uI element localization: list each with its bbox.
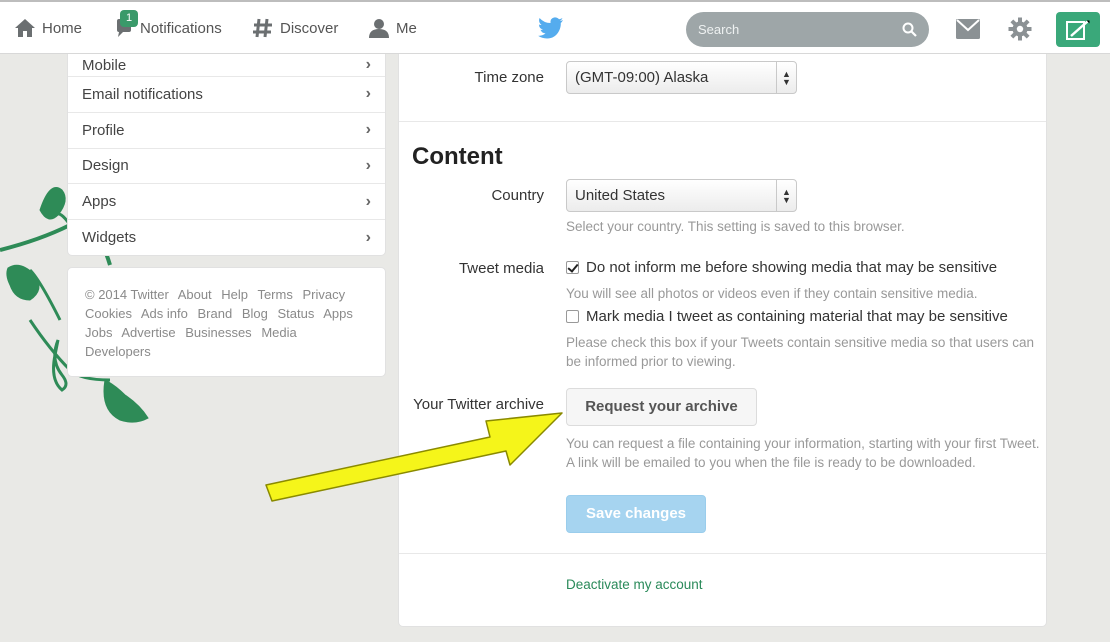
sensitive-media-warning-checkbox[interactable]: [566, 261, 579, 274]
timezone-select[interactable]: (GMT-09:00) Alaska ▲ ▼: [566, 61, 797, 94]
footer-link-cookies[interactable]: Cookies: [85, 306, 132, 321]
mark-media-sensitive-help: Please check this box if your Tweets con…: [566, 333, 1034, 371]
footer-link-ads-info[interactable]: Ads info: [141, 306, 188, 321]
search-icon[interactable]: [902, 22, 917, 37]
footer-link-status[interactable]: Status: [277, 306, 314, 321]
footer-link-advertise[interactable]: Advertise: [121, 325, 175, 340]
footer-link-terms[interactable]: Terms: [257, 287, 292, 302]
chevron-right-icon: ›: [365, 121, 371, 139]
sidebar-item-profile[interactable]: Profile ›: [68, 111, 385, 148]
user-icon: [369, 19, 389, 38]
home-icon: [15, 19, 35, 37]
search-box[interactable]: [686, 12, 929, 47]
section-divider: [399, 121, 1046, 122]
deactivate-account-link[interactable]: Deactivate my account: [566, 577, 703, 592]
hashtag-icon: [253, 18, 272, 38]
sidebar-item-label: Design: [82, 157, 129, 175]
chevron-right-icon: ›: [365, 156, 371, 174]
sensitive-media-warning-option[interactable]: Do not inform me before showing media th…: [566, 259, 997, 276]
direct-messages-icon[interactable]: [956, 19, 980, 39]
nav-me-label: Me: [396, 19, 417, 37]
archive-help-text: You can request a file containing your i…: [566, 434, 1040, 472]
country-help-text: Select your country. This setting is sav…: [566, 219, 905, 234]
settings-gear-icon[interactable]: [1008, 17, 1032, 41]
country-label: Country: [491, 187, 544, 204]
tweet-media-label: Tweet media: [458, 260, 544, 277]
footer-link-businesses[interactable]: Businesses: [185, 325, 251, 340]
nav-discover-label: Discover: [280, 19, 339, 37]
timezone-label: Time zone: [474, 69, 544, 86]
nav-discover[interactable]: Discover: [252, 12, 338, 44]
chevron-right-icon: ›: [365, 228, 371, 246]
sidebar-item-apps[interactable]: Apps ›: [68, 183, 385, 219]
mark-media-sensitive-label: Mark media I tweet as containing materia…: [586, 308, 1008, 325]
sidebar-item-widgets[interactable]: Widgets ›: [68, 219, 385, 255]
chevron-right-icon: ›: [365, 192, 371, 210]
timezone-selected-value: (GMT-09:00) Alaska: [575, 69, 709, 86]
help-line: be informed prior to viewing.: [566, 354, 736, 369]
content-section-title: Content: [412, 143, 503, 170]
mark-media-sensitive-checkbox[interactable]: [566, 310, 579, 323]
sidebar-item-label: Apps: [82, 193, 117, 211]
sidebar-item-label: Profile: [82, 121, 125, 139]
settings-sidebar-menu: Mobile › Email notifications › Profile ›…: [67, 54, 386, 256]
sensitive-media-warning-help: You will see all photos or videos even i…: [566, 286, 978, 301]
chevron-right-icon: ›: [365, 85, 371, 103]
annotation-arrow-icon: [265, 412, 563, 502]
mark-media-sensitive-option[interactable]: Mark media I tweet as containing materia…: [566, 308, 1008, 325]
section-divider: [399, 553, 1046, 554]
footer-link-blog[interactable]: Blog: [242, 306, 268, 321]
nav-home-label: Home: [42, 19, 83, 37]
country-select[interactable]: United States ▲ ▼: [566, 179, 797, 212]
search-input[interactable]: [686, 12, 929, 47]
nav-me[interactable]: Me: [368, 12, 417, 44]
footer-link-privacy[interactable]: Privacy: [302, 287, 345, 302]
nav-home[interactable]: Home: [14, 12, 82, 44]
twitter-bird-logo[interactable]: [538, 17, 564, 39]
chevron-right-icon: ›: [365, 56, 371, 73]
help-line: You can request a file containing your i…: [566, 436, 1040, 451]
sidebar-item-email-notifications[interactable]: Email notifications ›: [68, 76, 385, 112]
account-settings-panel: Time zone (GMT-09:00) Alaska ▲ ▼ Content …: [398, 54, 1047, 627]
footer-link-jobs[interactable]: Jobs: [85, 325, 112, 340]
nav-notifications[interactable]: 1 Notifications: [114, 10, 222, 44]
footer-link-developers[interactable]: Developers: [85, 344, 151, 359]
sensitive-media-warning-label: Do not inform me before showing media th…: [586, 259, 998, 276]
footer-link-apps[interactable]: Apps: [323, 306, 353, 321]
compose-tweet-button[interactable]: [1056, 12, 1100, 47]
compose-icon: [1066, 19, 1091, 40]
footer-link-help[interactable]: Help: [221, 287, 248, 302]
notification-count-badge: 1: [120, 10, 138, 27]
footer-link-brand[interactable]: Brand: [197, 306, 232, 321]
select-arrows-icon: ▲ ▼: [776, 62, 796, 93]
sidebar-item-mobile[interactable]: Mobile ›: [68, 54, 385, 76]
nav-notifications-label: Notifications: [140, 19, 222, 37]
sidebar-item-design[interactable]: Design ›: [68, 147, 385, 184]
footer-links-box: © 2014 Twitter About Help Terms Privacy …: [67, 267, 386, 377]
footer-link-about[interactable]: About: [178, 287, 212, 302]
save-changes-button[interactable]: Save changes: [566, 495, 706, 533]
copyright-text: © 2014 Twitter: [85, 287, 169, 302]
sidebar-item-label: Email notifications: [82, 85, 203, 103]
help-line: A link will be emailed to you when the f…: [566, 455, 976, 470]
sidebar-item-label: Widgets: [82, 229, 137, 247]
footer-link-media[interactable]: Media: [261, 325, 296, 340]
country-selected-value: United States: [575, 187, 666, 204]
request-archive-button[interactable]: Request your archive: [566, 388, 757, 426]
help-line: Please check this box if your Tweets con…: [566, 335, 1034, 350]
select-arrows-icon: ▲ ▼: [776, 180, 796, 211]
top-navigation-bar: Home 1 Notifications Discover Me: [0, 0, 1110, 54]
sidebar-item-label: Mobile: [82, 56, 127, 74]
